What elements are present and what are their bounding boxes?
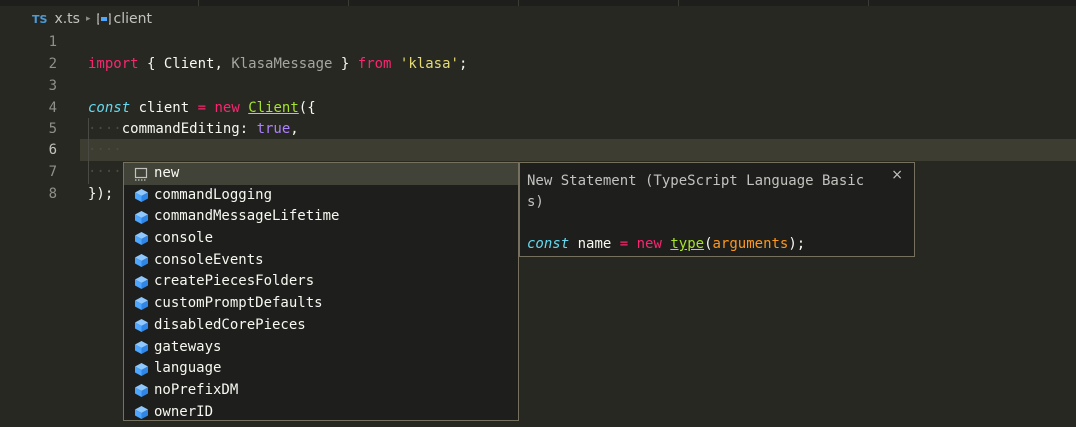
line-number: 3 (48, 78, 57, 94)
suggestion-item[interactable]: console (124, 228, 518, 250)
line-number: 5 (48, 121, 57, 137)
property-icon (133, 318, 149, 334)
line-number: 8 (48, 186, 57, 202)
suggestion-item[interactable]: commandMessageLifetime (124, 206, 518, 228)
code-line-8: }); (88, 186, 114, 202)
suggestion-label: console (154, 230, 214, 247)
suggestion-label: new (154, 165, 180, 181)
suggestion-label: commandLogging (154, 186, 273, 203)
suggestion-label: customPromptDefaults (154, 295, 323, 312)
suggestion-label: gateways (154, 338, 222, 355)
suggestion-item[interactable]: language (124, 358, 518, 380)
property-icon (133, 209, 149, 225)
suggestion-label: ownerID (154, 403, 214, 420)
property-icon (133, 274, 149, 290)
suggestion-item[interactable]: new (124, 163, 518, 185)
suggestion-label: createPiecesFolders (154, 273, 315, 290)
suggestion-item[interactable]: createPiecesFolders (124, 271, 518, 293)
suggestion-item[interactable]: disabledCorePieces (124, 315, 518, 337)
close-icon[interactable]: × (891, 167, 903, 183)
suggestion-item[interactable]: ownerID (124, 402, 518, 420)
line-number-gutter: 1 2 3 4 5 6 7 8 (0, 32, 80, 427)
details-title: New Statement (TypeScript Language Basic… (527, 173, 865, 210)
code-line-7: ···· (88, 164, 122, 180)
suggestion-label: noPrefixDM (154, 381, 239, 398)
typescript-file-icon: TS (32, 12, 48, 26)
variable-symbol-icon (96, 13, 111, 25)
line-number-active: 6 (48, 142, 57, 158)
details-code: const name = new type(arguments); (527, 236, 806, 252)
property-icon (133, 339, 149, 355)
suggestion-label: commandMessageLifetime (154, 208, 340, 225)
code-line-6: ···· (88, 142, 122, 158)
code-line-4: const client = new Client({ (88, 100, 316, 116)
suggestion-label: consoleEvents (154, 251, 264, 268)
suggestion-item[interactable]: customPromptDefaults (124, 293, 518, 315)
property-icon (133, 253, 149, 269)
suggestion-details: New Statement (TypeScript Language Basic… (519, 162, 915, 257)
line-number: 2 (48, 56, 57, 72)
property-icon (133, 361, 149, 377)
line-number: 1 (48, 34, 57, 50)
breadcrumb-file[interactable]: x.ts (54, 11, 80, 27)
snippet-icon (133, 166, 149, 182)
property-icon (133, 404, 149, 420)
property-icon (133, 296, 149, 312)
suggestion-label: disabledCorePieces (154, 316, 306, 333)
breadcrumb-symbol[interactable]: client (114, 11, 152, 27)
chevron-right-icon: ▸ (85, 14, 91, 24)
suggestion-item[interactable]: gateways (124, 337, 518, 359)
suggestion-widget[interactable]: new commandLogging commandMessageLifetime c… (123, 162, 519, 421)
code-line-5: ····commandEditing: true, (88, 121, 299, 137)
line-number: 7 (48, 164, 57, 180)
suggestion-item[interactable]: commandLogging (124, 185, 518, 207)
property-icon (133, 383, 149, 399)
breadcrumb: TS x.ts ▸ client (0, 6, 1076, 32)
line-number: 4 (48, 100, 57, 116)
code-line-2: import { Client, KlasaMessage } from 'kl… (88, 56, 468, 72)
suggestion-item[interactable]: consoleEvents (124, 250, 518, 272)
property-icon (133, 188, 149, 204)
suggestion-item[interactable]: noPrefixDM (124, 380, 518, 402)
suggestion-label: language (154, 360, 222, 377)
property-icon (133, 231, 149, 247)
